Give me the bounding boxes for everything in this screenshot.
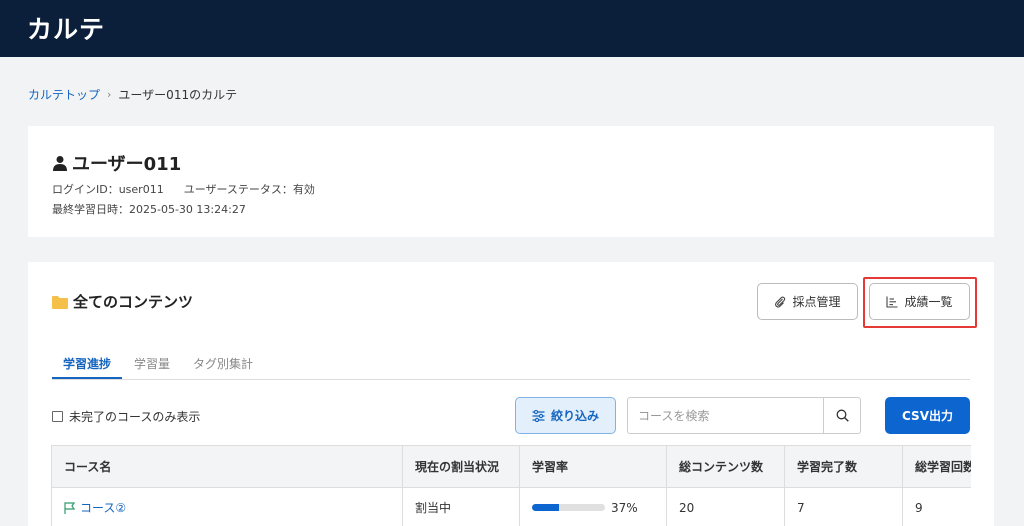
incomplete-only-label: 未完了のコースのみ表示 [69,410,201,424]
chevron-right-icon: › [107,88,112,101]
header-total-contents[interactable]: 総コンテンツ数 [666,445,785,488]
learning-rate-cell: 37% [519,487,667,526]
assignment-status-cell: 割当中 [402,487,520,526]
folder-icon [52,295,68,309]
login-id: ログインID：user011 [52,183,164,196]
filter-button-label: 絞り込み [550,409,599,423]
app-header: カルテ [0,0,1024,57]
progress-percent: 37% [611,500,638,515]
grade-management-label: 採点管理 [792,295,841,309]
user-icon [53,156,67,171]
table-row: コース② 割当中 37% 20 7 9 [51,487,971,526]
active-tab-indicator [52,377,122,379]
highlight-box [863,277,977,328]
content-title: 全てのコンテンツ [73,293,194,311]
tab-learning-volume[interactable]: 学習量 [134,355,170,372]
breadcrumb: カルテトップ › ユーザー011のカルテ [28,86,237,103]
tab-tag-summary[interactable]: タグ別集計 [193,355,253,372]
last-study-datetime: 最終学習日時：2025-05-30 13:24:27 [52,203,246,216]
csv-export-button[interactable]: CSV出力 [885,397,970,434]
user-meta-line: ログインID：user011 ユーザーステータス：有効 [52,181,315,197]
total-contents-cell: 20 [666,487,785,526]
table-header-row: コース名 現在の割当状況 学習率 総コンテンツ数 学習完了数 総学習回数 [51,445,971,488]
sliders-icon [532,409,545,422]
course-table: コース名 現在の割当状況 学習率 総コンテンツ数 学習完了数 総学習回数 コース… [51,445,971,526]
course-link[interactable]: コース② [64,499,390,516]
user-name-heading: ユーザー011 [52,150,181,176]
header-total-study-count[interactable]: 総学習回数 [902,445,971,488]
user-info-card: ユーザー011 ログインID：user011 ユーザーステータス：有効 最終学習日… [28,126,994,237]
grade-management-button[interactable]: 採点管理 [757,283,858,320]
completed-count-cell: 7 [784,487,903,526]
search-button[interactable] [823,398,860,433]
header-learning-rate[interactable]: 学習率 [519,445,667,488]
flag-icon [64,501,75,514]
breadcrumb-top-link[interactable]: カルテトップ [28,86,100,103]
paperclip-icon [775,296,786,308]
breadcrumb-current: ユーザー011のカルテ [118,88,238,102]
course-table-wrapper: コース名 現在の割当状況 学習率 総コンテンツ数 学習完了数 総学習回数 コース… [51,445,971,526]
user-name: ユーザー011 [72,154,182,175]
progress-bar-fill [532,504,559,511]
incomplete-only-checkbox[interactable] [52,411,63,422]
tab-bar: 学習進捗 学習量 タグ別集計 [52,353,970,380]
page-title: カルテ [27,15,106,44]
filter-button[interactable]: 絞り込み [515,397,616,434]
content-heading: 全てのコンテンツ [52,291,193,312]
course-name-cell: コース② [51,487,403,526]
tab-learning-progress[interactable]: 学習進捗 [63,355,111,372]
course-search-input[interactable] [628,398,823,433]
user-status: ユーザーステータス：有効 [183,183,315,196]
header-course-name[interactable]: コース名 [51,445,403,488]
search-icon [836,409,849,422]
header-assignment-status[interactable]: 現在の割当状況 [402,445,520,488]
study-count-cell: 9 [902,487,971,526]
progress-bar [532,504,605,511]
course-name: コース② [80,501,127,515]
course-search [627,397,861,434]
incomplete-filter[interactable]: 未完了のコースのみ表示 [52,408,200,425]
header-completed-count[interactable]: 学習完了数 [784,445,903,488]
content-card: 全てのコンテンツ 採点管理 成績一覧 学習進捗 学習量 タグ別集計 未完了のコー… [28,262,994,526]
